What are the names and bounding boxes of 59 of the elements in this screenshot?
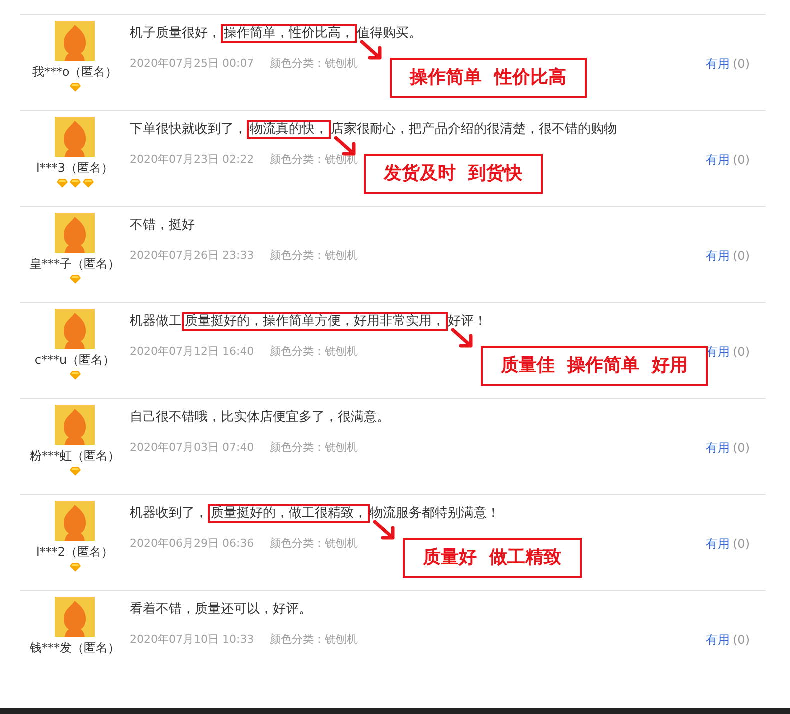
diamond-icon [82, 179, 94, 188]
useful-count: (0) [733, 633, 750, 647]
user-name: l***3（匿名） [36, 160, 114, 176]
diamond-icon [70, 83, 80, 92]
diamond-icon [70, 179, 80, 188]
diamond-icon [70, 467, 80, 476]
highlight-box: 质量挺好的，做工很精致， [208, 504, 370, 523]
review-text: 看着不错，质量还可以，好评。 [130, 601, 313, 619]
useful-count: (0) [733, 57, 750, 71]
callout-label: 质量好 做工精致 [403, 538, 582, 578]
product-variant: 颜色分类：铣刨机 [270, 632, 358, 648]
useful-link[interactable]: 有用 [706, 441, 730, 455]
highlight-box: 质量挺好的，操作简单方便，好用非常实用， [182, 312, 448, 331]
review-date: 2020年07月12日 16:40 [130, 344, 254, 360]
user-name: 我***o（匿名） [32, 64, 118, 80]
diamond-icon [70, 275, 80, 284]
product-variant: 颜色分类：铣刨机 [270, 440, 358, 456]
useful-count: (0) [733, 249, 750, 263]
highlight-box: 操作简单，性价比高， [221, 24, 357, 43]
product-variant: 颜色分类：铣刨机 [270, 56, 358, 72]
useful-count: (0) [733, 153, 750, 167]
review-date: 2020年07月10日 10:33 [130, 632, 254, 648]
useful-link[interactable]: 有用 [706, 633, 730, 647]
review-text: 不错，挺好 [130, 217, 196, 235]
product-variant: 颜色分类：铣刨机 [270, 536, 358, 552]
user-name: 钱***发（匿名） [30, 640, 120, 656]
useful-link[interactable]: 有用 [706, 249, 730, 263]
product-variant: 颜色分类：铣刨机 [270, 248, 358, 264]
review-date: 2020年07月26日 23:33 [130, 248, 254, 264]
useful-count: (0) [733, 537, 750, 551]
useful-link[interactable]: 有用 [706, 537, 730, 551]
avatar-icon [55, 213, 95, 253]
avatar-icon [55, 117, 95, 157]
review-date: 2020年07月03日 07:40 [130, 440, 254, 456]
avatar-icon [55, 501, 95, 541]
user-name: l***2（匿名） [36, 544, 114, 560]
diamond-icon [70, 371, 80, 380]
user-name: 皇***子（匿名） [30, 256, 120, 272]
useful-link[interactable]: 有用 [706, 153, 730, 167]
useful-count: (0) [733, 345, 750, 359]
user-name: c***u（匿名） [34, 352, 116, 368]
user-name: 粉***虹（匿名） [30, 448, 120, 464]
callout-label: 发货及时 到货快 [364, 154, 543, 194]
review-text: 自己很不错哦，比实体店便宜多了，很满意。 [130, 409, 391, 427]
diamond-icon [70, 563, 80, 572]
callout-label: 操作简单 性价比高 [390, 58, 587, 98]
useful-link[interactable]: 有用 [706, 57, 730, 71]
avatar-icon [55, 309, 95, 349]
highlight-box: 物流真的快， [247, 120, 331, 139]
avatar-icon [55, 21, 95, 61]
review-date: 2020年07月23日 02:22 [130, 152, 254, 168]
product-variant: 颜色分类：铣刨机 [270, 344, 358, 360]
useful-count: (0) [733, 441, 750, 455]
review-date: 2020年06月29日 06:36 [130, 536, 254, 552]
avatar-icon [55, 405, 95, 445]
diamond-icon [56, 179, 68, 188]
callout-label: 质量佳 操作简单 好用 [481, 346, 708, 386]
avatar-icon [55, 597, 95, 637]
review-date: 2020年07月25日 00:07 [130, 56, 254, 72]
